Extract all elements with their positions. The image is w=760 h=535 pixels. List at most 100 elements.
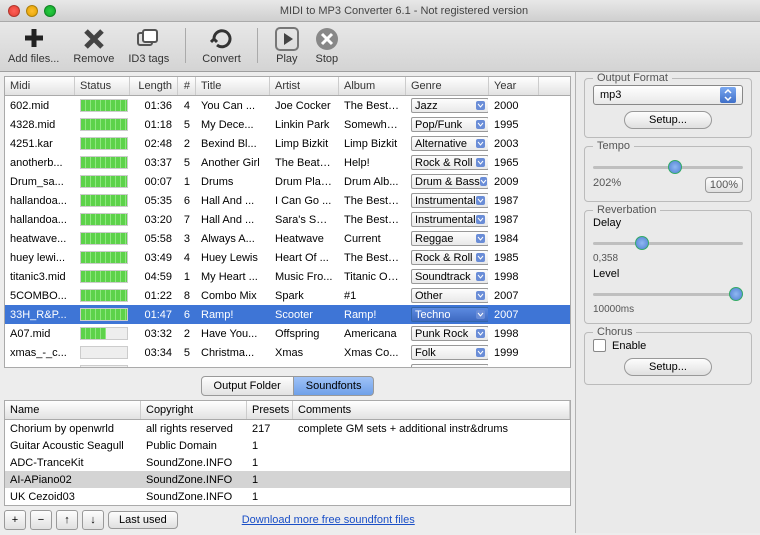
sf-col-comments[interactable]: Comments (293, 401, 570, 419)
genre-select[interactable]: Reggae (411, 231, 489, 246)
chevron-down-icon (476, 310, 485, 319)
table-row[interactable]: xmas_-_c...03:345Christma...XmasXmas Co.… (5, 343, 570, 362)
window-title: MIDI to MP3 Converter 6.1 - Not register… (56, 5, 752, 17)
play-label: Play (276, 53, 297, 65)
genre-select[interactable]: Rock & Roll (411, 250, 489, 265)
file-table: Midi Status Length # Title Artist Album … (4, 76, 571, 368)
table-row[interactable]: hallandoa...03:207Hall And ...Sara's Smi… (5, 210, 570, 229)
delay-slider[interactable] (593, 235, 743, 251)
download-soundfonts-link[interactable]: Download more free soundfont files (242, 514, 415, 526)
col-midi[interactable]: Midi (5, 77, 75, 95)
level-value: 10000ms (593, 304, 743, 315)
add-files-button[interactable]: Add files... (8, 26, 59, 65)
tags-icon (136, 26, 162, 52)
col-year[interactable]: Year (489, 77, 539, 95)
remove-label: Remove (73, 53, 114, 65)
tab-output-folder[interactable]: Output Folder (201, 376, 294, 396)
table-row[interactable]: 33H_R&P...01:476Ramp!ScooterRamp!Techno2… (5, 305, 570, 324)
traffic-lights (8, 5, 56, 17)
genre-select[interactable]: Alternative (411, 136, 489, 151)
window-titlebar: MIDI to MP3 Converter 6.1 - Not register… (0, 0, 760, 22)
genre-select[interactable]: Instrumental (411, 193, 489, 208)
genre-select[interactable]: Classical (411, 364, 489, 367)
remove-button[interactable]: Remove (73, 26, 114, 65)
chevron-down-icon (476, 215, 485, 224)
genre-select[interactable]: Folk (411, 345, 489, 360)
soundfont-row[interactable]: AI-APiano02SoundZone.INFO1 (5, 471, 570, 488)
sf-col-presets[interactable]: Presets (247, 401, 293, 419)
chorus-enable-label: Enable (612, 340, 646, 352)
col-length[interactable]: Length (130, 77, 178, 95)
level-slider[interactable] (593, 286, 743, 302)
chevron-down-icon (476, 291, 485, 300)
refresh-icon (209, 26, 235, 52)
sf-remove-button[interactable]: − (30, 510, 52, 530)
chorus-setup-button[interactable]: Setup... (624, 358, 712, 376)
close-icon[interactable] (8, 5, 20, 17)
level-label: Level (593, 268, 743, 280)
play-icon (274, 26, 300, 52)
zoom-icon[interactable] (44, 5, 56, 17)
soundfont-footer: + − ↑ ↓ Last used Download more free sou… (0, 506, 575, 534)
output-setup-button[interactable]: Setup... (624, 111, 712, 129)
genre-select[interactable]: Pop/Funk (411, 117, 489, 132)
tempo-max-button[interactable]: 100% (705, 177, 743, 193)
sf-add-button[interactable]: + (4, 510, 26, 530)
genre-select[interactable]: Instrumental (411, 212, 489, 227)
output-format-group: Output Format mp3 Setup... (584, 78, 752, 138)
genre-select[interactable]: Rock & Roll (411, 155, 489, 170)
col-genre[interactable]: Genre (406, 77, 489, 95)
soundfont-row[interactable]: UK Cezoid03SoundZone.INFO1 (5, 488, 570, 505)
chevron-down-icon (480, 177, 487, 186)
col-num[interactable]: # (178, 77, 196, 95)
output-format-value: mp3 (600, 89, 621, 101)
output-format-select[interactable]: mp3 (593, 85, 743, 105)
tempo-slider[interactable] (593, 159, 743, 175)
bottom-tabs: Output Folder Soundfonts (0, 376, 575, 396)
convert-button[interactable]: Convert (202, 26, 241, 65)
col-status[interactable]: Status (75, 77, 130, 95)
delay-label: Delay (593, 217, 743, 229)
table-row[interactable]: 4251.kar02:482Bexind Bl...Limp BizkitLim… (5, 134, 570, 153)
table-row[interactable]: BRANDEN...09:591SymphonyBrandenSymphon..… (5, 362, 570, 367)
table-row[interactable]: titanic3.mid04:591My Heart ...Music Fro.… (5, 267, 570, 286)
last-used-button[interactable]: Last used (108, 511, 178, 529)
tab-soundfonts[interactable]: Soundfonts (294, 376, 375, 396)
sf-up-button[interactable]: ↑ (56, 510, 78, 530)
table-row[interactable]: 4328.mid01:185My Dece...Linkin ParkSomew… (5, 115, 570, 134)
genre-select[interactable]: Other (411, 288, 489, 303)
table-row[interactable]: heatwave...05:583Always A...HeatwaveCurr… (5, 229, 570, 248)
tempo-title: Tempo (593, 140, 634, 152)
sf-col-name[interactable]: Name (5, 401, 141, 419)
table-row[interactable]: Drum_sa...00:071DrumsDrum PlayerDrum Alb… (5, 172, 570, 191)
col-title[interactable]: Title (196, 77, 270, 95)
stop-button[interactable]: Stop (314, 26, 340, 65)
chorus-title: Chorus (593, 326, 636, 338)
soundfont-row[interactable]: ADC-TranceKitSoundZone.INFO1 (5, 454, 570, 471)
table-row[interactable]: A07.mid03:322Have You...OffspringAmerica… (5, 324, 570, 343)
chevron-down-icon (476, 196, 485, 205)
play-button[interactable]: Play (274, 26, 300, 65)
table-row[interactable]: 5COMBO...01:228Combo MixSpark#1Other2007 (5, 286, 570, 305)
id3-tags-button[interactable]: ID3 tags (128, 26, 169, 65)
soundfont-row[interactable]: Guitar Acoustic SeagullPublic Domain1 (5, 437, 570, 454)
col-album[interactable]: Album (339, 77, 406, 95)
sf-down-button[interactable]: ↓ (82, 510, 104, 530)
table-row[interactable]: 602.mid01:364You Can ...Joe CockerThe Be… (5, 96, 570, 115)
table-row[interactable]: huey lewi...03:494Huey LewisHeart Of ...… (5, 248, 570, 267)
genre-select[interactable]: Soundtrack (411, 269, 489, 284)
col-artist[interactable]: Artist (270, 77, 339, 95)
table-header: Midi Status Length # Title Artist Album … (5, 77, 570, 96)
chevron-down-icon (476, 101, 485, 110)
genre-select[interactable]: Jazz (411, 98, 489, 113)
minimize-icon[interactable] (26, 5, 38, 17)
genre-select[interactable]: Punk Rock (411, 326, 489, 341)
chorus-enable-checkbox[interactable] (593, 339, 606, 352)
genre-select[interactable]: Techno (411, 307, 489, 322)
soundfont-row[interactable]: Chorium by openwrldall rights reserved21… (5, 420, 570, 437)
genre-select[interactable]: Drum & Bass (411, 174, 489, 189)
sf-col-copyright[interactable]: Copyright (141, 401, 247, 419)
table-row[interactable]: anotherb...03:375Another GirlThe Beatles… (5, 153, 570, 172)
chevron-down-icon (476, 272, 485, 281)
table-row[interactable]: hallandoa...05:356Hall And ...I Can Go .… (5, 191, 570, 210)
